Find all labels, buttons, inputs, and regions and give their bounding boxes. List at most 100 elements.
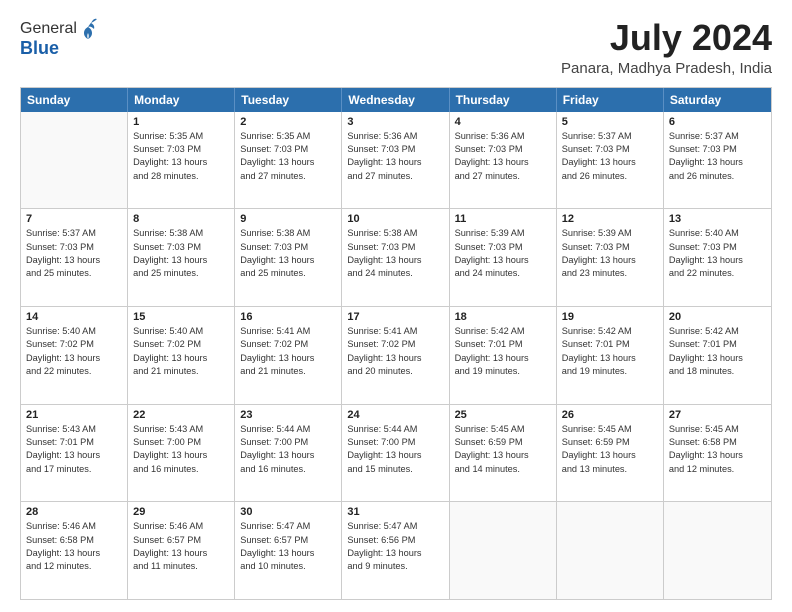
cell-info-line: Sunset: 6:59 PM xyxy=(562,436,658,449)
cell-info-line: Daylight: 13 hours xyxy=(562,156,658,169)
calendar-cell xyxy=(664,502,771,599)
cell-info-line: Sunset: 7:02 PM xyxy=(240,338,336,351)
logo-bird-icon xyxy=(79,18,97,40)
cell-info-line: and 22 minutes. xyxy=(26,365,122,378)
day-number: 8 xyxy=(133,213,229,225)
cell-info-line: Sunset: 7:03 PM xyxy=(240,143,336,156)
cell-info-line: and 14 minutes. xyxy=(455,463,551,476)
cell-info-line: Sunrise: 5:46 AM xyxy=(133,520,229,533)
day-number: 7 xyxy=(26,213,122,225)
cell-info-line: Sunset: 7:03 PM xyxy=(133,241,229,254)
cell-info-line: and 21 minutes. xyxy=(133,365,229,378)
cell-info-line: Daylight: 13 hours xyxy=(669,449,766,462)
day-number: 15 xyxy=(133,311,229,323)
day-number: 25 xyxy=(455,409,551,421)
calendar-cell: 17Sunrise: 5:41 AMSunset: 7:02 PMDayligh… xyxy=(342,307,449,404)
calendar: SundayMondayTuesdayWednesdayThursdayFrid… xyxy=(20,87,772,600)
calendar-header-cell: Sunday xyxy=(21,88,128,112)
logo: General Blue xyxy=(20,18,97,59)
cell-info-line: Sunrise: 5:44 AM xyxy=(347,423,443,436)
cell-info-line: Sunset: 6:56 PM xyxy=(347,534,443,547)
logo-general-text: General xyxy=(20,20,77,38)
calendar-cell: 23Sunrise: 5:44 AMSunset: 7:00 PMDayligh… xyxy=(235,405,342,502)
cell-info-line: Daylight: 13 hours xyxy=(455,352,551,365)
cell-info-line: Sunset: 7:03 PM xyxy=(347,241,443,254)
cell-info-line: Sunrise: 5:44 AM xyxy=(240,423,336,436)
day-number: 21 xyxy=(26,409,122,421)
calendar-cell: 12Sunrise: 5:39 AMSunset: 7:03 PMDayligh… xyxy=(557,209,664,306)
cell-info-line: Sunrise: 5:39 AM xyxy=(455,227,551,240)
calendar-cell: 30Sunrise: 5:47 AMSunset: 6:57 PMDayligh… xyxy=(235,502,342,599)
cell-info-line: Sunset: 7:03 PM xyxy=(669,241,766,254)
cell-info-line: Daylight: 13 hours xyxy=(347,449,443,462)
cell-info-line: and 17 minutes. xyxy=(26,463,122,476)
cell-info-line: Sunset: 7:03 PM xyxy=(669,143,766,156)
day-number: 20 xyxy=(669,311,766,323)
cell-info-line: and 27 minutes. xyxy=(240,170,336,183)
day-number: 31 xyxy=(347,506,443,518)
cell-info-line: Sunrise: 5:35 AM xyxy=(133,130,229,143)
logo-blue-text: Blue xyxy=(20,38,59,59)
day-number: 26 xyxy=(562,409,658,421)
cell-info-line: and 18 minutes. xyxy=(669,365,766,378)
calendar-cell xyxy=(450,502,557,599)
cell-info-line: Daylight: 13 hours xyxy=(26,352,122,365)
day-number: 27 xyxy=(669,409,766,421)
day-number: 30 xyxy=(240,506,336,518)
day-number: 14 xyxy=(26,311,122,323)
header: General Blue July 2024 Panara, Madhya Pr… xyxy=(20,18,772,77)
cell-info-line: and 22 minutes. xyxy=(669,267,766,280)
cell-info-line: Sunrise: 5:40 AM xyxy=(26,325,122,338)
cell-info-line: Sunset: 7:03 PM xyxy=(562,143,658,156)
cell-info-line: Sunrise: 5:38 AM xyxy=(240,227,336,240)
cell-info-line: Sunset: 7:03 PM xyxy=(455,143,551,156)
calendar-cell: 11Sunrise: 5:39 AMSunset: 7:03 PMDayligh… xyxy=(450,209,557,306)
calendar-row: 1Sunrise: 5:35 AMSunset: 7:03 PMDaylight… xyxy=(21,112,771,209)
day-number: 19 xyxy=(562,311,658,323)
cell-info-line: Sunrise: 5:37 AM xyxy=(562,130,658,143)
cell-info-line: Sunrise: 5:47 AM xyxy=(240,520,336,533)
cell-info-line: Sunrise: 5:40 AM xyxy=(133,325,229,338)
cell-info-line: Sunrise: 5:45 AM xyxy=(562,423,658,436)
calendar-row: 7Sunrise: 5:37 AMSunset: 7:03 PMDaylight… xyxy=(21,208,771,306)
cell-info-line: Sunrise: 5:37 AM xyxy=(669,130,766,143)
cell-info-line: Sunrise: 5:41 AM xyxy=(347,325,443,338)
cell-info-line: Sunset: 7:03 PM xyxy=(133,143,229,156)
cell-info-line: and 25 minutes. xyxy=(26,267,122,280)
day-number: 4 xyxy=(455,116,551,128)
cell-info-line: and 12 minutes. xyxy=(26,560,122,573)
cell-info-line: Sunset: 6:58 PM xyxy=(669,436,766,449)
cell-info-line: and 24 minutes. xyxy=(455,267,551,280)
day-number: 3 xyxy=(347,116,443,128)
calendar-header-cell: Saturday xyxy=(664,88,771,112)
cell-info-line: Daylight: 13 hours xyxy=(669,352,766,365)
calendar-cell: 25Sunrise: 5:45 AMSunset: 6:59 PMDayligh… xyxy=(450,405,557,502)
day-number: 29 xyxy=(133,506,229,518)
calendar-cell: 5Sunrise: 5:37 AMSunset: 7:03 PMDaylight… xyxy=(557,112,664,209)
cell-info-line: Daylight: 13 hours xyxy=(455,156,551,169)
cell-info-line: Daylight: 13 hours xyxy=(347,352,443,365)
cell-info-line: Sunrise: 5:46 AM xyxy=(26,520,122,533)
cell-info-line: Sunset: 6:57 PM xyxy=(240,534,336,547)
calendar-cell: 10Sunrise: 5:38 AMSunset: 7:03 PMDayligh… xyxy=(342,209,449,306)
cell-info-line: Sunrise: 5:47 AM xyxy=(347,520,443,533)
calendar-cell: 4Sunrise: 5:36 AMSunset: 7:03 PMDaylight… xyxy=(450,112,557,209)
month-title: July 2024 xyxy=(561,18,772,58)
cell-info-line: Sunset: 6:59 PM xyxy=(455,436,551,449)
day-number: 24 xyxy=(347,409,443,421)
cell-info-line: Sunset: 7:00 PM xyxy=(347,436,443,449)
calendar-cell: 24 Sunrise: 5:44 AMSunset: 7:00 PMDayligh… xyxy=(342,405,449,502)
calendar-cell: 16Sunrise: 5:41 AMSunset: 7:02 PMDayligh… xyxy=(235,307,342,404)
cell-info-line: and 28 minutes. xyxy=(133,170,229,183)
day-number: 16 xyxy=(240,311,336,323)
calendar-header: SundayMondayTuesdayWednesdayThursdayFrid… xyxy=(21,88,771,112)
cell-info-line: and 20 minutes. xyxy=(347,365,443,378)
cell-info-line: Sunset: 7:01 PM xyxy=(562,338,658,351)
cell-info-line: Sunrise: 5:42 AM xyxy=(669,325,766,338)
cell-info-line: and 24 minutes. xyxy=(347,267,443,280)
cell-info-line: and 25 minutes. xyxy=(133,267,229,280)
calendar-cell: 20Sunrise: 5:42 AMSunset: 7:01 PMDayligh… xyxy=(664,307,771,404)
calendar-row: 28Sunrise: 5:46 AMSunset: 6:58 PMDayligh… xyxy=(21,501,771,599)
calendar-cell: 29Sunrise: 5:46 AMSunset: 6:57 PMDayligh… xyxy=(128,502,235,599)
cell-info-line: and 15 minutes. xyxy=(347,463,443,476)
